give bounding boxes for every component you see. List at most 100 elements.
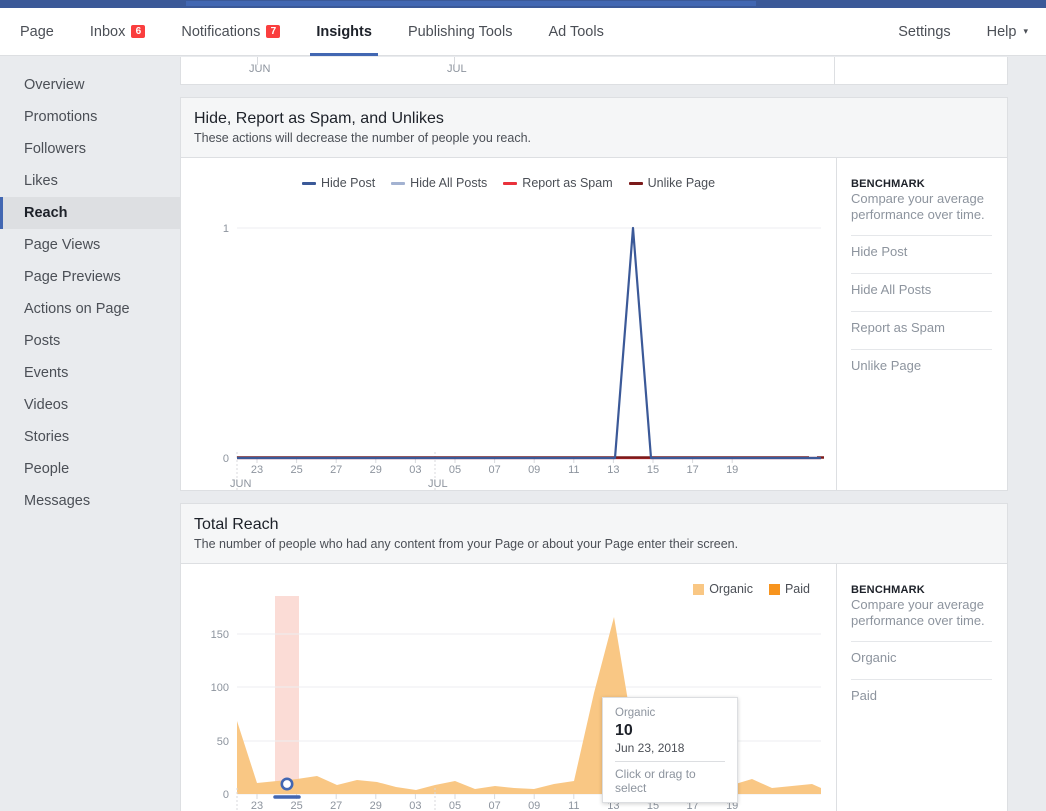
benchmark-row-hide-all-posts[interactable]: Hide All Posts: [851, 272, 992, 304]
chart-area-total-reach[interactable]: Organic Paid 150 100 50 0 23 25 27 29 03…: [181, 564, 836, 811]
xtick-labels: 23 25 27 29 03 05 07 09 11 13 15 17 19: [251, 464, 738, 476]
xtick-label: 25: [290, 464, 302, 476]
nav-item-label: Ad Tools: [548, 23, 604, 40]
ytick-label-50: 50: [217, 736, 229, 748]
legend-swatch-icon: [301, 181, 316, 185]
xtick-label: 29: [370, 800, 382, 811]
legend-label: Hide All Posts: [410, 176, 488, 190]
xtick-label: 11: [568, 464, 579, 476]
sidebar-item-messages[interactable]: Messages: [0, 485, 180, 517]
legend-label: Paid: [784, 582, 810, 596]
sidebar-item-people[interactable]: People: [0, 453, 180, 485]
benchmark-row-hide-post[interactable]: Hide Post: [851, 234, 992, 266]
xtick-label: 19: [726, 464, 738, 476]
line-chart-hide-report[interactable]: 1 0 23 25 27 29 03 05 07 09 11 13 15 17 19 JUN JUL: [181, 190, 836, 490]
sidebar-item-page-previews[interactable]: Page Previews: [0, 261, 180, 293]
axis-month-label-jun: JUN: [249, 63, 271, 75]
ytick-label-0: 0: [223, 789, 229, 801]
sidebar-item-label: Videos: [24, 397, 69, 413]
card-hide-report-unlikes: Hide, Report as Spam, and Unlikes These …: [180, 97, 1008, 491]
sidebar-item-promotions[interactable]: Promotions: [0, 101, 180, 133]
legend-swatch-icon: [503, 181, 518, 185]
nav-item-label: Inbox: [89, 23, 126, 40]
selection-marker-dot[interactable]: [280, 777, 294, 791]
card-title: Total Reach: [194, 516, 279, 533]
nav-left-group: Page Inbox 6 Notifications 7 Insights Publishi…: [0, 8, 622, 56]
sidebar-item-actions-on-page[interactable]: Actions on Page: [0, 293, 180, 325]
sidebar-item-posts[interactable]: Posts: [0, 325, 180, 357]
legend-swatch-icon: [768, 583, 780, 595]
sidebar-item-followers[interactable]: Followers: [0, 133, 180, 165]
benchmark-row-report-as-spam[interactable]: Report as Spam: [851, 310, 992, 342]
tooltip-date: Jun 23, 2018: [615, 740, 685, 755]
card-body: Hide Post Hide All Posts Report as Spam Unl…: [181, 158, 1007, 490]
tooltip-value: 10: [615, 721, 633, 739]
ytick-label-150: 150: [211, 629, 229, 641]
legend-item-report-as-spam[interactable]: Report as Spam: [503, 176, 613, 190]
sidebar-item-events[interactable]: Events: [0, 357, 180, 389]
sidebar-item-label: Stories: [24, 429, 70, 445]
sidebar-item-page-views[interactable]: Page Views: [0, 229, 180, 261]
xtick-label: 07: [488, 800, 500, 811]
legend-item-paid[interactable]: Paid: [768, 582, 810, 596]
sidebar-item-label: Likes: [24, 173, 58, 189]
nav-item-publishing-tools[interactable]: Publishing Tools: [390, 8, 531, 55]
legend-item-hide-all-posts[interactable]: Hide All Posts: [391, 176, 487, 190]
benchmark-title: BENCHMARK: [851, 178, 925, 190]
benchmark-subtitle: Compare your average performance over ti…: [851, 191, 985, 222]
benchmark-row-unlike-page[interactable]: Unlike Page: [851, 348, 992, 380]
chart-area-hide-report[interactable]: Hide Post Hide All Posts Report as Spam Unl…: [181, 158, 836, 490]
xtick-label: 29: [370, 464, 382, 476]
legend-label: Report as Spam: [522, 176, 613, 190]
nav-item-insights[interactable]: Insights: [298, 8, 390, 56]
chart-tooltip: Organic 10 Jun 23, 2018 Click or drag to…: [602, 697, 738, 803]
xtick-label: 27: [330, 800, 342, 811]
sidebar-item-label: Reach: [24, 205, 68, 221]
xtick-label: 05: [449, 464, 461, 476]
legend-item-unlike-page[interactable]: Unlike Page: [628, 176, 715, 190]
legend-swatch-icon: [628, 181, 643, 185]
nav-item-inbox[interactable]: Inbox 6: [72, 8, 163, 55]
axis-month-label-jul: JUL: [428, 478, 448, 490]
sidebar-item-label: Posts: [24, 333, 61, 349]
card-divider: [834, 57, 835, 84]
xtick-label: 07: [488, 464, 500, 476]
ytick-label-0: 0: [223, 453, 229, 465]
sidebar-item-stories[interactable]: Stories: [0, 421, 180, 453]
sidebar-item-reach[interactable]: Reach: [0, 197, 180, 229]
selection-band[interactable]: [275, 596, 299, 794]
legend-swatch-icon: [693, 583, 705, 595]
nav-item-label: Page: [20, 23, 54, 40]
nav-item-label: Publishing Tools: [407, 23, 513, 40]
facebook-top-bar-inner: [186, 1, 756, 6]
card-subtitle: The number of people who had any content…: [194, 537, 739, 551]
nav-item-settings[interactable]: Settings: [878, 8, 968, 55]
chart-legend: Organic Paid: [181, 564, 836, 596]
chart-legend: Hide Post Hide All Posts Report as Spam Unl…: [181, 158, 836, 190]
sidebar-item-label: Events: [24, 365, 69, 381]
sidebar-item-videos[interactable]: Videos: [0, 389, 180, 421]
benchmark-row-organic[interactable]: Organic: [851, 640, 992, 672]
sidebar-item-label: Overview: [24, 77, 85, 93]
nav-item-page[interactable]: Page: [0, 8, 72, 55]
nav-item-notifications[interactable]: Notifications 7: [163, 8, 298, 55]
legend-item-organic[interactable]: Organic: [693, 582, 753, 596]
sidebar-item-overview[interactable]: Overview: [0, 69, 180, 101]
nav-right-group: Settings Help ▾: [878, 8, 1046, 55]
nav-item-label: Help: [986, 23, 1017, 40]
nav-item-help[interactable]: Help ▾: [969, 8, 1046, 55]
card-body: Organic Paid 150 100 50 0 23 25 27 29 03…: [181, 564, 1007, 811]
sidebar-item-likes[interactable]: Likes: [0, 165, 180, 197]
partial-chart-card-above: JUN JUL: [180, 57, 1008, 85]
xtick-label: 17: [686, 464, 698, 476]
nav-item-ad-tools[interactable]: Ad Tools: [530, 8, 621, 55]
benchmark-row-paid[interactable]: Paid: [851, 678, 992, 710]
xtick-label: 11: [568, 800, 579, 811]
xtick-label: 09: [528, 800, 540, 811]
tooltip-series-label: Organic: [615, 707, 656, 719]
xtick-label: 03: [409, 464, 421, 476]
insights-content: JUN JUL Hide, Report as Spam, and Unlike…: [180, 57, 1046, 811]
legend-item-hide-post[interactable]: Hide Post: [301, 176, 375, 190]
chevron-down-icon: ▾: [1023, 26, 1028, 36]
insights-sidebar: Overview Promotions Followers Likes Reach Pag…: [0, 57, 180, 811]
